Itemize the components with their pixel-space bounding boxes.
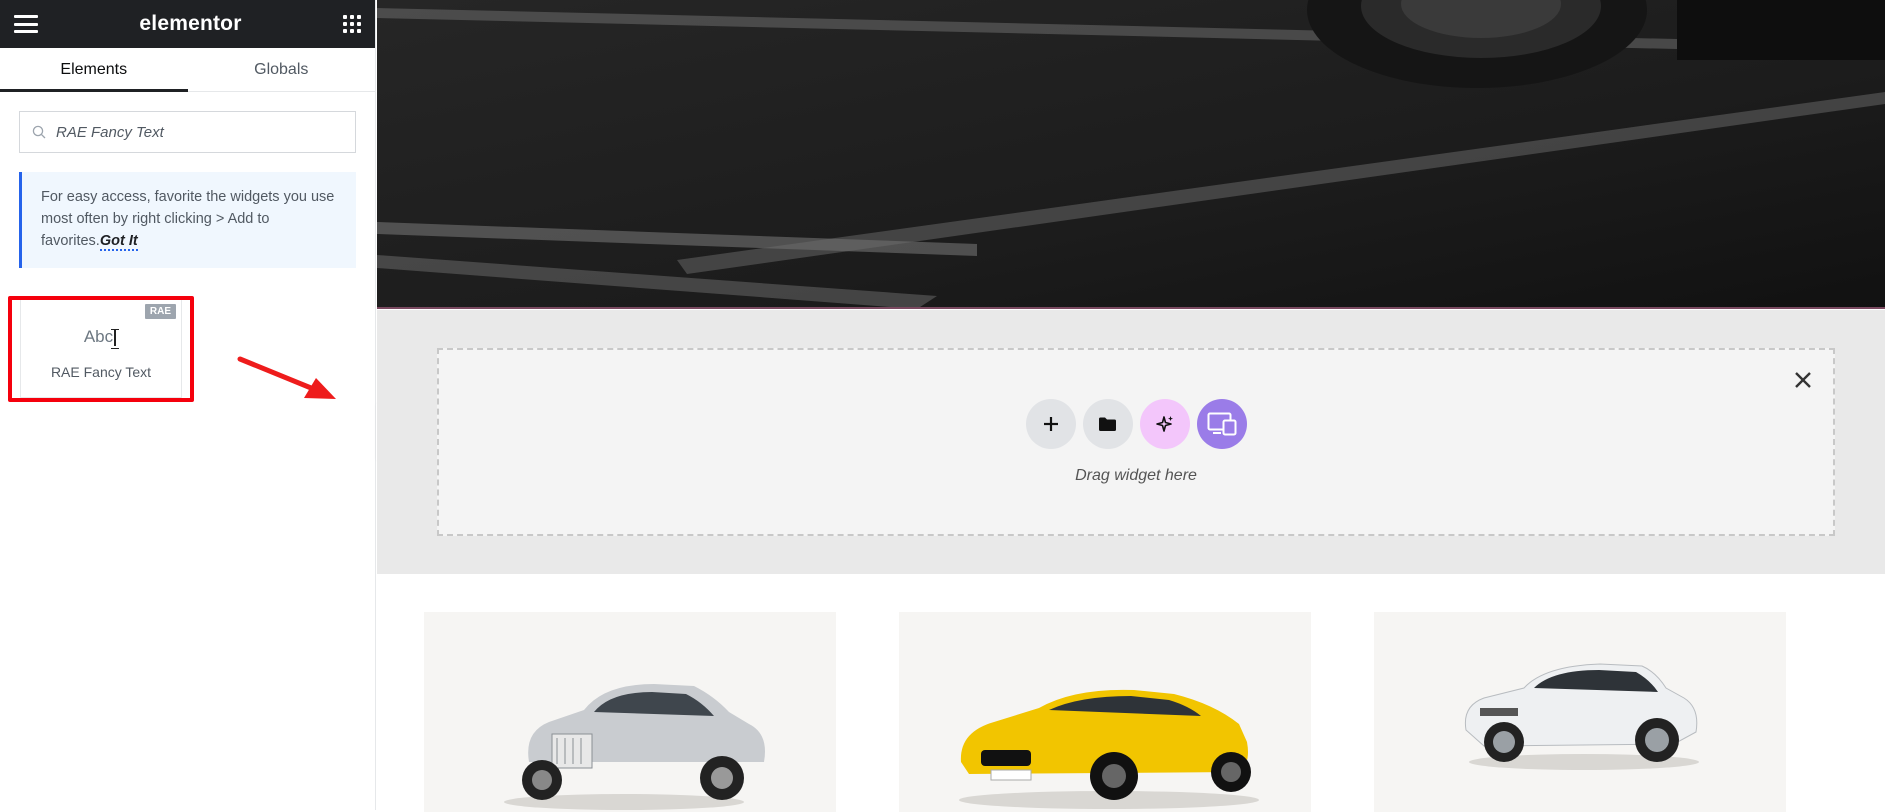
car-card-white-suv[interactable] xyxy=(1374,612,1786,812)
yellow-sports-car-image xyxy=(959,689,1259,809)
widget-search xyxy=(19,111,356,153)
add-section-button[interactable] xyxy=(1025,399,1076,449)
brand-logo: elementor xyxy=(139,12,242,35)
search-input[interactable] xyxy=(56,123,336,141)
widget-icon-text: Abc xyxy=(83,327,114,346)
silver-sedan-image xyxy=(504,684,765,810)
add-template-button[interactable] xyxy=(1082,399,1133,449)
tab-globals[interactable]: Globals xyxy=(188,48,376,91)
add-icon xyxy=(1043,417,1058,431)
hero-image xyxy=(377,0,1885,309)
widget-badge: RAE xyxy=(144,304,176,319)
drop-zone[interactable]: Drag widget here xyxy=(437,348,1835,536)
hamburger-menu-icon[interactable] xyxy=(14,15,38,33)
panel-header: elementor xyxy=(0,0,375,48)
ai-builder-button[interactable] xyxy=(1139,399,1190,449)
panel-tabs: Elements Globals xyxy=(0,48,375,92)
got-it-link[interactable]: Got It xyxy=(99,233,138,251)
folder-icon xyxy=(1099,417,1116,431)
text-cursor-icon xyxy=(111,328,119,349)
widget-label: RAE Fancy Text xyxy=(50,364,152,380)
drop-zone-buttons xyxy=(439,399,1833,449)
template-library-button[interactable] xyxy=(1196,399,1247,449)
close-icon[interactable] xyxy=(1791,368,1815,392)
page-canvas: Drag widget here xyxy=(377,0,1885,812)
drop-zone-text: Drag widget here xyxy=(1075,467,1197,484)
cars-row xyxy=(377,574,1885,812)
car-card-yellow-sports-car[interactable] xyxy=(899,612,1311,812)
favorites-notice: For easy access, favorite the widgets yo… xyxy=(19,172,356,268)
tab-elements[interactable]: Elements xyxy=(0,48,188,92)
white-suv-image xyxy=(1464,663,1699,770)
highlight-box: RAE Abc RAE Fancy Text xyxy=(8,296,194,402)
apps-grid-icon[interactable] xyxy=(342,15,361,33)
car-card-silver-sedan[interactable] xyxy=(424,612,836,812)
notice-text: For easy access, favorite the widgets yo… xyxy=(41,189,335,249)
widget-rae-fancy-text[interactable]: RAE Abc RAE Fancy Text xyxy=(20,300,182,398)
asphalt-background xyxy=(377,0,1885,307)
red-arrow-icon xyxy=(237,356,336,399)
empty-section: Drag widget here xyxy=(377,310,1885,574)
ai-sparkle-icon xyxy=(1155,416,1173,432)
template-library-icon xyxy=(1207,412,1236,436)
search-icon xyxy=(32,125,46,139)
fancy-text-icon: Abc xyxy=(21,327,181,349)
editor-panel: elementor Elements Globals For easy acce… xyxy=(0,0,376,810)
